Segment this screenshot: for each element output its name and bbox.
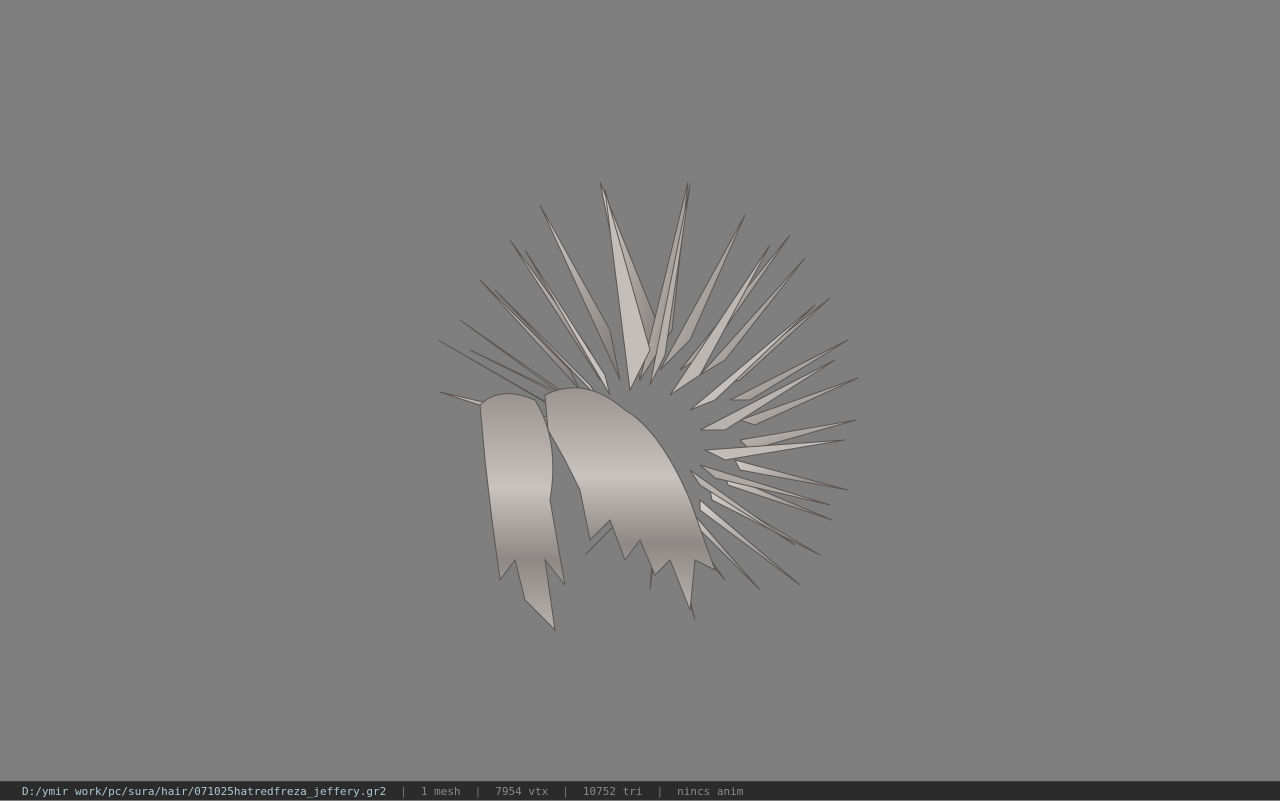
separator: |	[656, 785, 664, 798]
separator: |	[400, 785, 407, 798]
vertex-count: 7954 vtx	[495, 785, 549, 798]
separator: |	[474, 785, 482, 798]
animation-status: nincs anim	[677, 785, 744, 798]
separator: |	[562, 785, 569, 798]
mesh-count: 1 mesh	[420, 785, 461, 798]
file-path: D:/ymir work/pc/sura/hair/071025hatredfr…	[22, 785, 387, 798]
triangle-count: 10752 tri	[582, 785, 643, 798]
hair-front-locks	[479, 387, 716, 632]
3d-viewport[interactable]	[0, 0, 1280, 781]
status-bar: D:/ymir work/pc/sura/hair/071025hatredfr…	[0, 781, 1280, 800]
hair-model-render[interactable]	[0, 0, 1280, 781]
